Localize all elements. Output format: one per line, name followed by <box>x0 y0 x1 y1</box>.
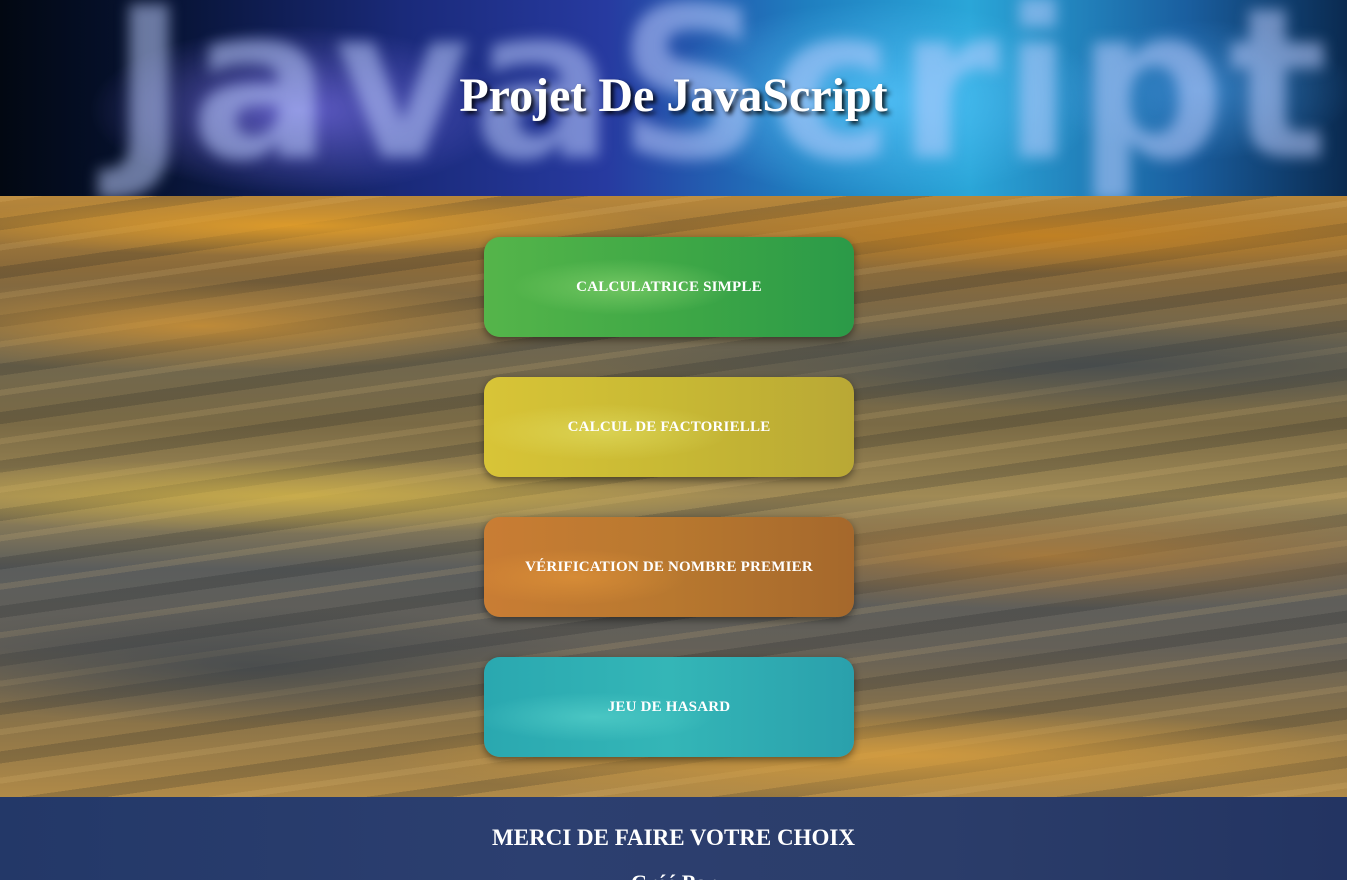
project-menu: CALCULATRICE SIMPLE CALCUL DE FACTORIELL… <box>484 237 854 797</box>
factorial-button[interactable]: CALCUL DE FACTORIELLE <box>484 377 854 477</box>
footer-credit: Créé Par <box>0 870 1347 880</box>
prime-check-button[interactable]: VÉRIFICATION DE NOMBRE PREMIER <box>484 517 854 617</box>
page-title: Projet De JavaScript <box>459 69 888 122</box>
game-of-chance-button[interactable]: JEU DE HASARD <box>484 657 854 757</box>
simple-calculator-button-label: CALCULATRICE SIMPLE <box>576 278 762 295</box>
game-of-chance-button-label: JEU DE HASARD <box>607 698 731 715</box>
footer-message: MERCI DE FAIRE VOTRE CHOIX <box>492 825 855 850</box>
simple-calculator-button[interactable]: CALCULATRICE SIMPLE <box>484 237 854 337</box>
factorial-button-label: CALCUL DE FACTORIELLE <box>567 418 771 435</box>
main-content: CALCULATRICE SIMPLE CALCUL DE FACTORIELL… <box>0 196 1347 797</box>
header-banner: JavaScript Projet De JavaScript <box>0 0 1347 197</box>
prime-check-button-label: VÉRIFICATION DE NOMBRE PREMIER <box>525 558 813 575</box>
footer: MERCI DE FAIRE VOTRE CHOIX Créé Par <box>0 797 1347 880</box>
page: JavaScript Projet De JavaScript CALCULAT… <box>0 0 1347 880</box>
